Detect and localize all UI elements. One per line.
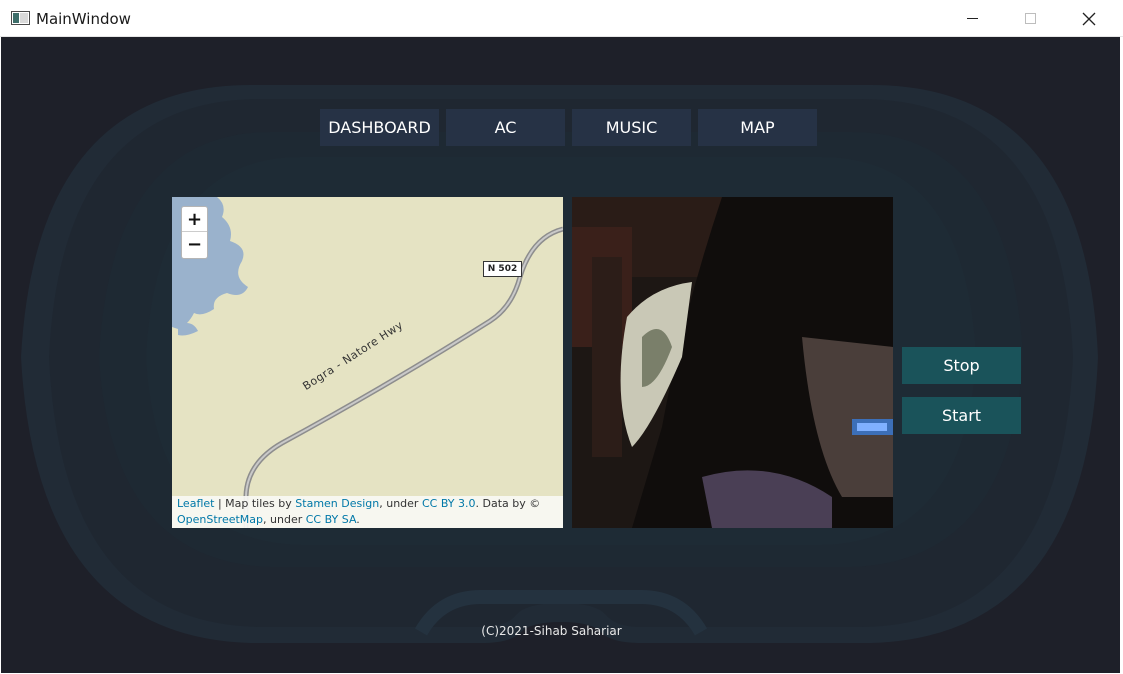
close-button[interactable] xyxy=(1060,0,1118,37)
attribution-text: | Map tiles by xyxy=(214,497,296,510)
copyright-text: (C)2021-Sihab Sahariar xyxy=(481,624,622,638)
maximize-icon xyxy=(1024,13,1036,24)
webcam-image xyxy=(572,197,893,528)
minimize-icon xyxy=(966,18,978,19)
attribution-text: , under xyxy=(379,497,422,510)
camera-feed xyxy=(572,197,893,528)
map-view[interactable]: + − N 502 Bogra - Natore Hwy Leaflet | M… xyxy=(172,197,563,528)
road-shield-label: N 502 xyxy=(483,261,522,277)
attribution-text: . xyxy=(356,513,360,526)
osm-link[interactable]: OpenStreetMap xyxy=(177,513,263,526)
zoom-out-button[interactable]: − xyxy=(182,232,207,257)
tab-map[interactable]: MAP xyxy=(698,109,817,146)
cc-by-link[interactable]: CC BY 3.0 xyxy=(422,497,476,510)
tab-music[interactable]: MUSIC xyxy=(572,109,691,146)
attribution-text: , under xyxy=(263,513,306,526)
app-window-icon xyxy=(11,11,30,25)
main-window: MainWindow DASHBOARD AC MUSIC MAP + − N … xyxy=(0,0,1123,674)
tab-dashboard[interactable]: DASHBOARD xyxy=(320,109,439,146)
stop-button[interactable]: Stop xyxy=(902,347,1021,384)
tab-ac[interactable]: AC xyxy=(446,109,565,146)
start-button[interactable]: Start xyxy=(902,397,1021,434)
title-bar[interactable]: MainWindow xyxy=(0,0,1123,37)
client-area: DASHBOARD AC MUSIC MAP + − N 502 Bogra -… xyxy=(1,37,1120,673)
cc-by-sa-link[interactable]: CC BY SA xyxy=(306,513,357,526)
map-tiles xyxy=(172,197,563,528)
stamen-link[interactable]: Stamen Design xyxy=(295,497,379,510)
maximize-button[interactable] xyxy=(1001,0,1059,37)
map-attribution: Leaflet | Map tiles by Stamen Design, un… xyxy=(172,496,563,528)
attribution-text: . Data by © xyxy=(475,497,541,510)
leaflet-link[interactable]: Leaflet xyxy=(177,497,214,510)
close-icon xyxy=(1082,12,1096,25)
zoom-control: + − xyxy=(181,206,208,259)
zoom-in-button[interactable]: + xyxy=(182,207,207,232)
minimize-button[interactable] xyxy=(943,0,1001,37)
window-title: MainWindow xyxy=(36,10,131,28)
